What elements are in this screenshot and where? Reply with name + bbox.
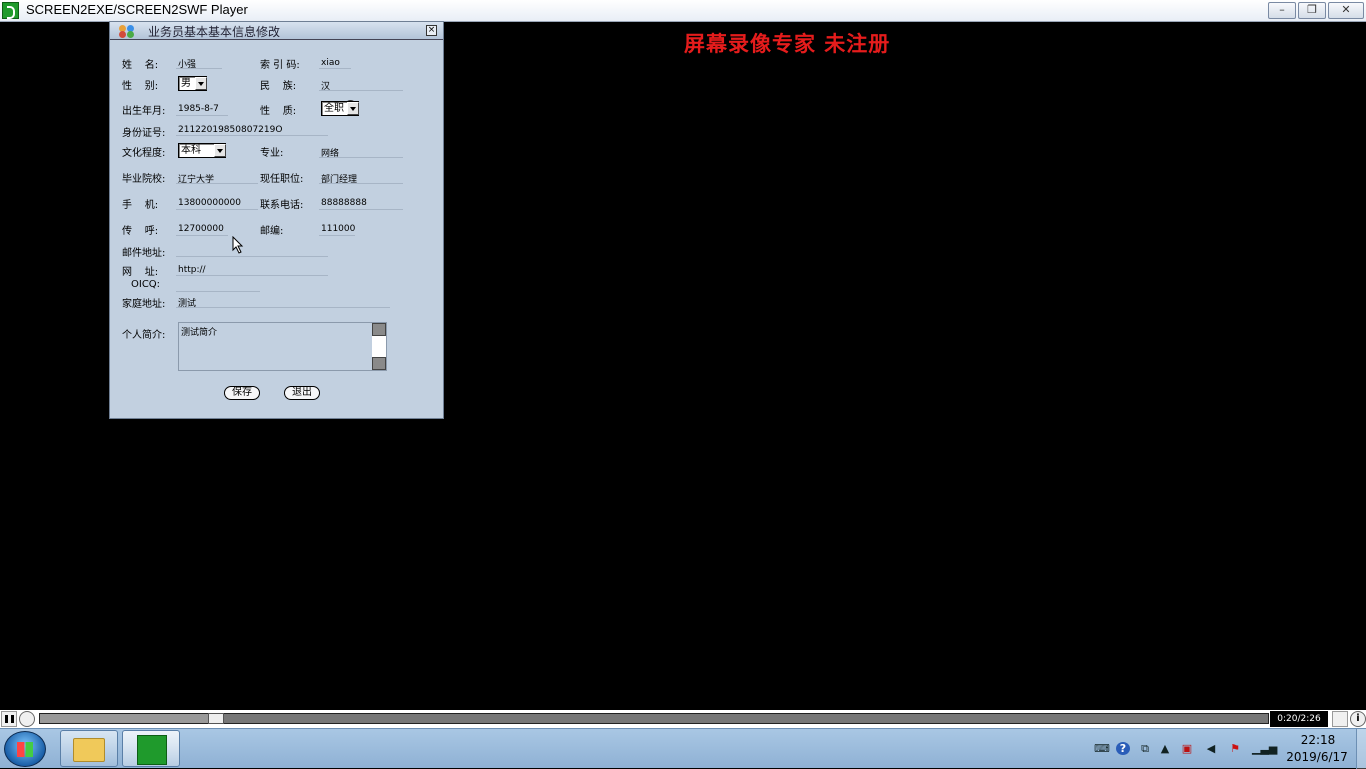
progress-thumb[interactable] [208, 713, 225, 724]
player-app-icon [2, 2, 19, 19]
birth-label: 出生年月: [122, 106, 166, 117]
mobile-field[interactable]: 13800000000 [178, 198, 241, 208]
id-number-label: 身份证号: [122, 128, 166, 139]
start-button[interactable] [4, 731, 46, 767]
speed-icon[interactable] [19, 711, 35, 727]
intro-scrollbar[interactable] [372, 323, 386, 370]
website-label: 网 址: [122, 267, 159, 278]
oicq-label: OICQ: [131, 279, 161, 290]
gender-value: 男 [181, 78, 191, 89]
close-button[interactable]: ✕ [1328, 2, 1364, 19]
chevron-down-icon[interactable] [195, 77, 207, 90]
clock-date[interactable]: 2019/6/17 [1282, 750, 1352, 764]
ethnicity-underline [319, 90, 403, 91]
player-app-icon [137, 735, 167, 765]
phone-label: 联系电话: [260, 200, 304, 211]
education-value: 本科 [181, 145, 201, 156]
gender-label: 性 别: [122, 81, 159, 92]
nature-select[interactable]: 全职 [321, 101, 359, 116]
nature-value: 全职 [324, 103, 344, 114]
clock-time[interactable]: 22:18 [1290, 733, 1346, 747]
chevron-down-icon[interactable] [347, 102, 359, 115]
mobile-underline [176, 209, 258, 210]
major-underline [319, 157, 403, 158]
nature-label: 性 质: [260, 106, 297, 117]
name-label: 姓 名: [122, 60, 159, 71]
security-icon[interactable]: ▣ [1180, 742, 1194, 755]
position-label: 现任职位: [260, 174, 304, 185]
player-title: SCREEN2EXE/SCREEN2SWF Player [26, 2, 248, 17]
people-icon [119, 25, 136, 38]
scroll-down-icon[interactable] [372, 357, 386, 370]
info-icon[interactable]: i [1350, 711, 1366, 727]
birth-field[interactable]: 1985-8-7 [178, 104, 219, 114]
chevron-down-icon[interactable] [214, 144, 226, 157]
taskbar-explorer[interactable] [60, 730, 118, 767]
salesperson-edit-dialog: 业务员基本基本信息修改 × 姓 名: 小强 索 引 码: xiao 性 别: 男… [109, 21, 444, 419]
mobile-label: 手 机: [122, 200, 159, 211]
website-underline [176, 275, 328, 276]
phone-field[interactable]: 88888888 [321, 198, 367, 208]
pager-underline [176, 235, 228, 236]
pause-button[interactable] [1, 711, 17, 727]
flag-icon[interactable]: ⚑ [1228, 742, 1242, 755]
intro-text: 测试简介 [181, 328, 218, 338]
player-control-bar: 0:20/2:26 i [0, 710, 1366, 728]
taskbar: ⌨ ? ⧉ ▲ ▣ ◀ ⚑ ▁▃▅ 22:18 2019/6/17 [0, 728, 1366, 769]
dialog-title: 业务员基本基本信息修改 [148, 25, 281, 39]
volume-icon[interactable]: ◀ [1204, 742, 1218, 755]
zip-field[interactable]: 111000 [321, 224, 355, 234]
address-label: 家庭地址: [122, 299, 166, 310]
exit-button[interactable]: 退出 [284, 386, 320, 400]
website-field[interactable]: http:// [178, 265, 206, 275]
birth-underline [176, 115, 228, 116]
index-code-field[interactable]: xiao [321, 58, 340, 68]
show-desktop-button[interactable] [1356, 729, 1366, 769]
ethnicity-label: 民 族: [260, 81, 297, 92]
unregistered-watermark: 屏幕录像专家 未注册 [684, 31, 891, 56]
fullscreen-icon[interactable] [1332, 711, 1348, 727]
maximize-button[interactable]: ❐ [1298, 2, 1326, 19]
timecode: 0:20/2:26 [1270, 711, 1328, 727]
up-arrow-icon[interactable]: ▲ [1158, 742, 1172, 755]
email-underline [176, 256, 328, 257]
dialog-title-bar: 业务员基本基本信息修改 × [110, 22, 443, 40]
progress-fill [40, 714, 209, 723]
intro-textarea[interactable]: 测试简介 [178, 322, 387, 371]
email-label: 邮件地址: [122, 248, 166, 259]
oicq-underline [176, 291, 260, 292]
pager-label: 传 呼: [122, 226, 159, 237]
signal-icon[interactable]: ▁▃▅ [1252, 742, 1277, 755]
minimize-button[interactable]: – [1268, 2, 1296, 19]
gender-select[interactable]: 男 [178, 76, 207, 91]
phone-underline [319, 209, 403, 210]
education-label: 文化程度: [122, 148, 166, 159]
school-underline [176, 183, 258, 184]
keyboard-icon[interactable]: ⌨ [1094, 742, 1110, 755]
index-code-label: 索 引 码: [260, 60, 300, 71]
position-underline [319, 183, 403, 184]
id-number-underline [176, 135, 328, 136]
zip-label: 邮编: [260, 226, 284, 237]
scroll-up-icon[interactable] [372, 323, 386, 336]
zip-underline [319, 235, 355, 236]
name-underline [176, 68, 222, 69]
dialog-close-button[interactable]: × [426, 25, 437, 36]
save-button[interactable]: 保存 [224, 386, 260, 400]
mouse-cursor-icon [232, 236, 244, 254]
folder-icon [73, 738, 105, 762]
id-number-field[interactable]: 21122019850807219O [178, 125, 282, 135]
pager-field[interactable]: 12700000 [178, 224, 224, 234]
address-underline [176, 307, 390, 308]
education-select[interactable]: 本科 [178, 143, 226, 158]
help-icon[interactable]: ? [1116, 742, 1130, 755]
network-icon[interactable]: ⧉ [1138, 742, 1152, 755]
major-label: 专业: [260, 148, 284, 159]
taskbar-player[interactable] [122, 730, 180, 767]
intro-label: 个人简介: [122, 330, 166, 341]
progress-track[interactable] [39, 713, 1269, 724]
index-code-underline [319, 68, 351, 69]
school-label: 毕业院校: [122, 174, 166, 185]
player-title-bar: SCREEN2EXE/SCREEN2SWF Player – ❐ ✕ [0, 0, 1366, 22]
